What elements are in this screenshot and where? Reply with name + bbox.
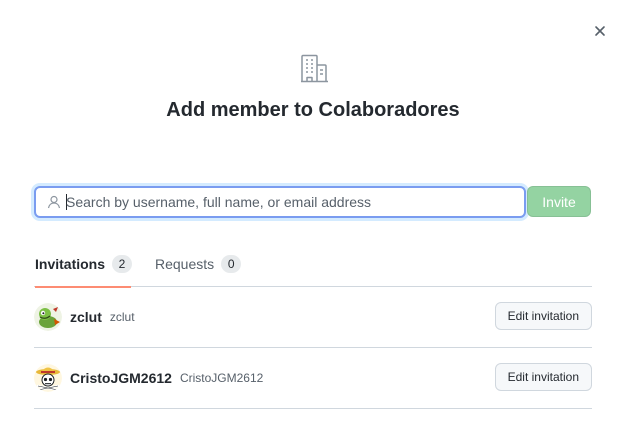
avatar[interactable]: [34, 364, 62, 392]
invitation-row: zclut zclut Edit invitation: [34, 287, 592, 348]
member-login[interactable]: zclut: [70, 309, 102, 325]
invite-button[interactable]: Invite: [527, 186, 591, 217]
tab-invitations-label: Invitations: [35, 255, 106, 272]
member-full-name: CristoJGM2612: [179, 371, 264, 385]
close-icon: [595, 26, 605, 36]
dialog-title: Add member to Colaboradores: [166, 99, 460, 121]
edit-invitation-button[interactable]: Edit invitation: [494, 302, 592, 330]
member-login[interactable]: CristoJGM2612: [70, 370, 172, 386]
search-field[interactable]: [34, 186, 526, 218]
edit-invitation-button[interactable]: Edit invitation: [494, 363, 592, 391]
tab-invitations[interactable]: Invitations 2: [35, 240, 133, 288]
tab-requests[interactable]: Requests 0: [155, 240, 245, 287]
member-full-name: zclut: [109, 310, 135, 324]
avatar[interactable]: [34, 303, 62, 331]
requests-count-badge: 0: [221, 254, 242, 273]
close-button[interactable]: [590, 21, 610, 41]
tab-bar: Invitations 2 Requests 0: [34, 240, 592, 288]
invitation-row: CristoJGM2612 CristoJGM2612 Edit invitat…: [34, 348, 592, 409]
search-input[interactable]: [66, 189, 524, 215]
organization-icon: [301, 54, 328, 83]
invitations-count-badge: 2: [112, 254, 133, 273]
person-icon: [45, 193, 63, 211]
tab-requests-label: Requests: [155, 255, 215, 272]
